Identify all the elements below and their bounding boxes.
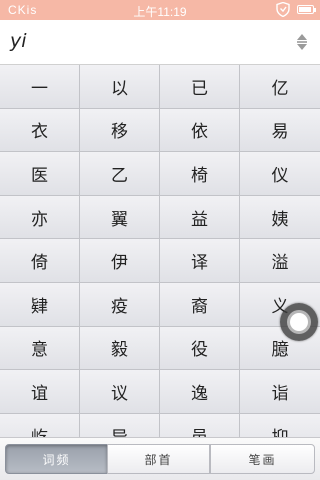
character-cell[interactable]: 屹 <box>0 413 80 437</box>
character-cell[interactable]: 移 <box>80 108 160 153</box>
character-cell[interactable]: 毅 <box>80 326 160 371</box>
tab-strokes[interactable]: 笔画 <box>210 444 315 474</box>
character-cell[interactable]: 仪 <box>240 152 320 196</box>
tab-radical[interactable]: 部首 <box>107 444 210 474</box>
character-cell[interactable]: 一 <box>0 65 80 109</box>
assistive-touch-icon <box>287 310 311 334</box>
character-cell[interactable]: 抑 <box>240 413 320 437</box>
character-cell[interactable]: 易 <box>240 108 320 153</box>
character-cell[interactable]: 邑 <box>160 413 240 437</box>
assistive-touch-button[interactable] <box>280 303 318 341</box>
character-cell[interactable]: 益 <box>160 195 240 240</box>
character-cell[interactable]: 亿 <box>240 65 320 109</box>
character-grid: 一以已亿衣移依易医乙椅仪亦翼益姨倚伊译溢肄疫裔义意毅役臆谊议逸诣屹异邑抑 <box>0 65 320 437</box>
character-cell[interactable]: 役 <box>160 326 240 371</box>
battery-fill <box>299 7 311 12</box>
character-cell[interactable]: 依 <box>160 108 240 153</box>
pinyin-input-bar[interactable]: yi <box>0 20 320 65</box>
character-cell[interactable]: 议 <box>80 370 160 414</box>
character-cell[interactable]: 诣 <box>240 370 320 414</box>
character-cell[interactable]: 医 <box>0 152 80 196</box>
tab-frequency[interactable]: 词频 <box>5 444 108 474</box>
character-cell[interactable]: 意 <box>0 326 80 371</box>
character-cell[interactable]: 裔 <box>160 282 240 327</box>
character-cell[interactable]: 伊 <box>80 239 160 283</box>
character-cell[interactable]: 肄 <box>0 282 80 327</box>
character-cell[interactable]: 已 <box>160 65 240 109</box>
character-cell[interactable]: 倚 <box>0 239 80 283</box>
character-cell[interactable]: 以 <box>80 65 160 109</box>
character-cell[interactable]: 逸 <box>160 370 240 414</box>
character-cell[interactable]: 谊 <box>0 370 80 414</box>
pinyin-query[interactable]: yi <box>10 30 27 52</box>
character-cell[interactable]: 姨 <box>240 195 320 240</box>
character-grid-inner: 一以已亿衣移依易医乙椅仪亦翼益姨倚伊译溢肄疫裔义意毅役臆谊议逸诣屹异邑抑 <box>0 65 320 437</box>
shield-icon <box>276 2 290 17</box>
character-cell[interactable]: 亦 <box>0 195 80 240</box>
character-cell[interactable]: 翼 <box>80 195 160 240</box>
status-bar: CKis 上午11:19 <box>0 0 320 20</box>
tab-bar: 词频 部首 笔画 <box>0 437 320 480</box>
character-cell[interactable]: 溢 <box>240 239 320 283</box>
sort-arrows-icon[interactable] <box>296 34 308 50</box>
character-cell[interactable]: 译 <box>160 239 240 283</box>
battery-icon <box>297 5 316 14</box>
character-cell[interactable]: 乙 <box>80 152 160 196</box>
character-cell[interactable]: 异 <box>80 413 160 437</box>
status-time: 上午11:19 <box>133 5 187 19</box>
character-cell[interactable]: 衣 <box>0 108 80 153</box>
character-cell[interactable]: 疫 <box>80 282 160 327</box>
character-cell[interactable]: 椅 <box>160 152 240 196</box>
